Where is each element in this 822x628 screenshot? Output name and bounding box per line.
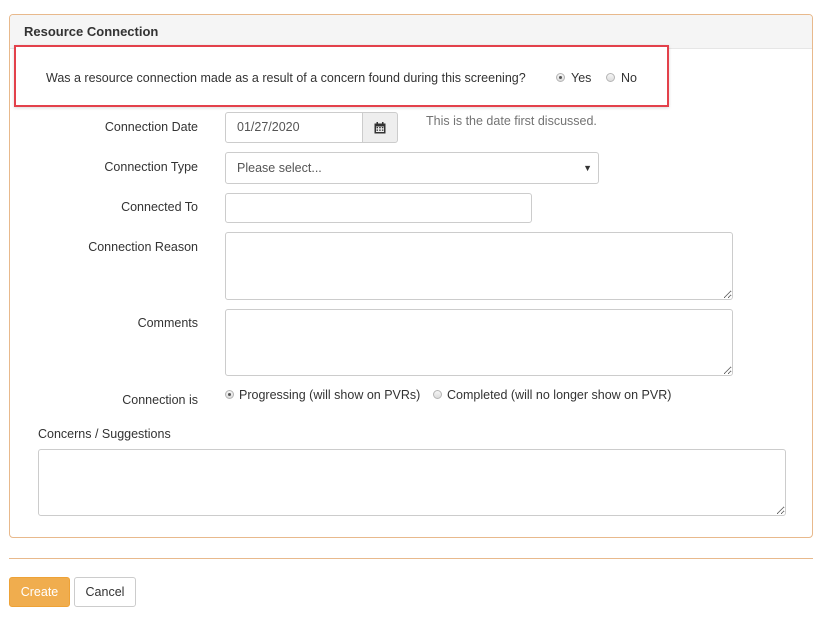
footer-divider bbox=[9, 558, 813, 559]
create-button[interactable]: Create bbox=[9, 577, 70, 607]
connection-is-label: Connection is bbox=[122, 393, 198, 407]
connection-date-input[interactable]: 01/27/2020 bbox=[225, 112, 363, 143]
connection-type-select[interactable]: Please select... ▼ bbox=[225, 152, 599, 184]
connection-date-help: This is the date first discussed. bbox=[426, 114, 597, 128]
resource-question-highlight: Was a resource connection made as a resu… bbox=[14, 45, 669, 107]
calendar-button[interactable] bbox=[362, 112, 398, 143]
comments-label: Comments bbox=[137, 316, 198, 330]
progressing-option[interactable]: Progressing (will show on PVRs) bbox=[225, 388, 420, 402]
calendar-icon bbox=[374, 121, 386, 133]
yes-option[interactable]: Yes bbox=[556, 71, 591, 85]
progressing-label: Progressing (will show on PVRs) bbox=[239, 388, 421, 402]
yes-label: Yes bbox=[571, 71, 592, 85]
comments-textarea[interactable] bbox=[225, 309, 733, 376]
concerns-textarea[interactable] bbox=[38, 449, 786, 516]
completed-label: Completed (will no longer show on PVR) bbox=[447, 388, 672, 402]
connected-to-label: Connected To bbox=[121, 200, 198, 214]
connection-type-value: Please select... bbox=[237, 161, 322, 175]
panel-title: Resource Connection bbox=[10, 15, 812, 49]
progressing-radio[interactable] bbox=[225, 390, 234, 400]
no-option[interactable]: No bbox=[606, 71, 637, 85]
cancel-button[interactable]: Cancel bbox=[74, 577, 136, 607]
completed-option[interactable]: Completed (will no longer show on PVR) bbox=[433, 388, 671, 402]
no-radio[interactable] bbox=[606, 73, 615, 83]
connection-type-label: Connection Type bbox=[104, 160, 198, 174]
connection-reason-label: Connection Reason bbox=[88, 240, 198, 254]
connected-to-input[interactable] bbox=[225, 193, 532, 223]
chevron-down-icon: ▼ bbox=[583, 163, 592, 173]
resource-question-text: Was a resource connection made as a resu… bbox=[46, 71, 526, 85]
connection-reason-textarea[interactable] bbox=[225, 232, 733, 300]
yes-radio[interactable] bbox=[556, 73, 565, 83]
completed-radio[interactable] bbox=[433, 390, 442, 400]
no-label: No bbox=[621, 71, 637, 85]
concerns-label: Concerns / Suggestions bbox=[38, 427, 171, 441]
connection-date-label: Connection Date bbox=[104, 120, 198, 134]
